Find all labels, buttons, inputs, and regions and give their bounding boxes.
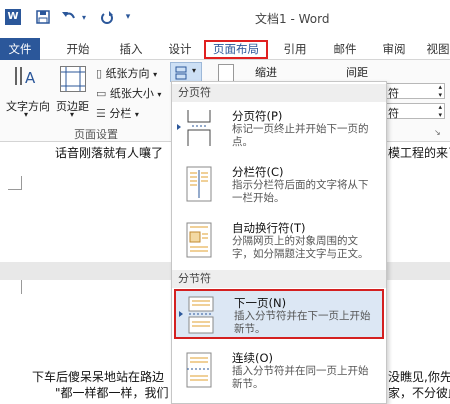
orientation-dropdown-icon: ▾ [153,70,158,79]
continuous-desc: 插入分节符并在同一页上开始 新节。 [232,365,369,390]
spacing-after-value: 符 [388,107,399,120]
section-breaks-section-header: 分节符 [172,270,386,288]
spacing-label: 间距 [346,66,368,79]
doc-line-1-right: 模工程的来了 [388,146,450,160]
menu-item-continuous[interactable]: 连续(O) 插入分节符并在同一页上开始 新节。 [174,346,384,396]
orientation-icon: ▯ [96,67,103,80]
margins-dropdown-icon[interactable]: ▾ [70,110,74,119]
page-break-title: 分页符(P) [232,109,283,123]
spacing-after-input[interactable]: 符 ▴ ▾ [385,103,445,120]
text-wrapping-icon [186,222,212,258]
doc-line-2-left: 下车后傻呆呆地站在路边 [32,370,165,384]
word-logo-icon: W [5,9,21,25]
size-icon: ▭ [96,87,107,100]
text-direction-dropdown-icon[interactable]: ▾ [24,110,28,119]
menu-item-next-page[interactable]: 下一页(N) 插入分节符并在下一页上开始 新节。 [174,289,384,339]
customize-toolbar-icon[interactable]: ▾ [124,8,132,26]
spacing-after-spinner-icon[interactable]: ▴ ▾ [438,103,442,119]
page-breaks-section-header: 分页符 [172,84,386,102]
size-label: 纸张大小 [109,87,154,100]
indent-label: 缩进 [255,66,277,79]
breaks-button[interactable]: ▾ [170,62,202,82]
tab-file[interactable]: 文件 [0,38,40,60]
next-page-icon [188,296,214,334]
column-break-title: 分栏符(C) [232,165,284,179]
columns-button[interactable]: ☰ 分栏 ▾ [96,105,139,121]
size-dropdown-icon: ▾ [157,90,162,99]
spacing-before-value: 符 [388,87,399,100]
doc-line-3-right: 家，不分彼此 [388,386,450,400]
undo-dropdown-icon[interactable]: ▾ [80,8,88,26]
menu-pointer-icon [177,124,181,130]
svg-text:A: A [25,69,36,87]
text-direction-icon[interactable]: A [12,65,38,91]
undo-icon[interactable] [60,8,78,26]
breaks-icon [175,66,187,80]
columns-label: 分栏 [109,107,132,120]
tab-references[interactable]: 引用 [277,40,313,59]
tab-review[interactable]: 审阅 [376,40,412,59]
breaks-dropdown-icon: ▾ [192,66,197,75]
orientation-label: 纸张方向 [105,67,150,80]
tab-page-layout[interactable]: 页面布局 [204,40,268,59]
menu-item-column-break[interactable]: 分栏符(C) 指示分栏符后面的文字将从下 一栏开始。 [174,160,384,210]
tab-design[interactable]: 设计 [162,40,198,59]
column-break-icon [186,166,212,202]
paragraph-dialog-launcher-icon[interactable]: ↘ [434,128,441,137]
tab-home[interactable]: 开始 [60,40,96,59]
next-page-desc: 插入分节符并在下一页上开始 新节。 [234,310,371,335]
line-numbers-icon[interactable] [218,64,234,82]
text-wrapping-title: 自动换行符(T) [232,221,306,235]
columns-icon: ☰ [96,107,106,120]
spacing-before-spinner-icon[interactable]: ▴ ▾ [438,83,442,99]
orientation-button[interactable]: ▯ 纸张方向 ▾ [96,65,157,81]
page-corner-mark [8,280,22,294]
column-break-desc: 指示分栏符后面的文字将从下 一栏开始。 [232,179,369,204]
doc-line-2-right: 没瞧见,你先 [388,370,450,384]
text-wrapping-desc: 分隔网页上的对象周围的文 字，如分隔题注文字与正文。 [232,235,369,260]
tab-insert[interactable]: 插入 [113,40,149,59]
window-title: 文档1 - Word [255,12,330,26]
menu-item-text-wrapping[interactable]: 自动换行符(T) 分隔网页上的对象周围的文 字，如分隔题注文字与正文。 [174,216,384,266]
doc-line-1-left: 话音刚落就有人嚷了 [55,146,164,160]
page-break-icon [187,110,211,146]
title-bar: W ▾ ▾ 文档1 - Word [0,0,450,38]
ribbon-tabs: 文件 开始 插入 设计 页面布局 引用 邮件 审阅 视图 [0,38,450,60]
columns-dropdown-icon: ▾ [134,110,139,119]
save-icon[interactable] [34,8,52,26]
page-setup-group-label: 页面设置 [74,128,118,141]
menu-pointer-icon [179,311,183,317]
spacing-before-input[interactable]: 符 ▴ ▾ [385,83,445,100]
margins-icon[interactable] [60,66,86,92]
doc-line-3-left: "都一样都一样，我们 [55,386,169,400]
menu-item-page-break[interactable]: 分页符(P) 标记一页终止并开始下一页的 点。 [174,104,384,154]
tab-view[interactable]: 视图 [420,40,450,59]
redo-icon[interactable] [98,8,116,26]
next-page-title: 下一页(N) [234,296,287,310]
continuous-title: 连续(O) [232,351,274,365]
page-break-desc: 标记一页终止并开始下一页的 点。 [232,123,369,148]
size-button[interactable]: ▭ 纸张大小 ▾ [96,85,161,101]
page-corner-mark [8,176,22,190]
breaks-dropdown-menu: 分页符 分页符(P) 标记一页终止并开始下一页的 点。 分栏符(C) 指示分栏符… [171,81,387,404]
tab-mailings[interactable]: 邮件 [327,40,363,59]
continuous-icon [186,352,212,388]
